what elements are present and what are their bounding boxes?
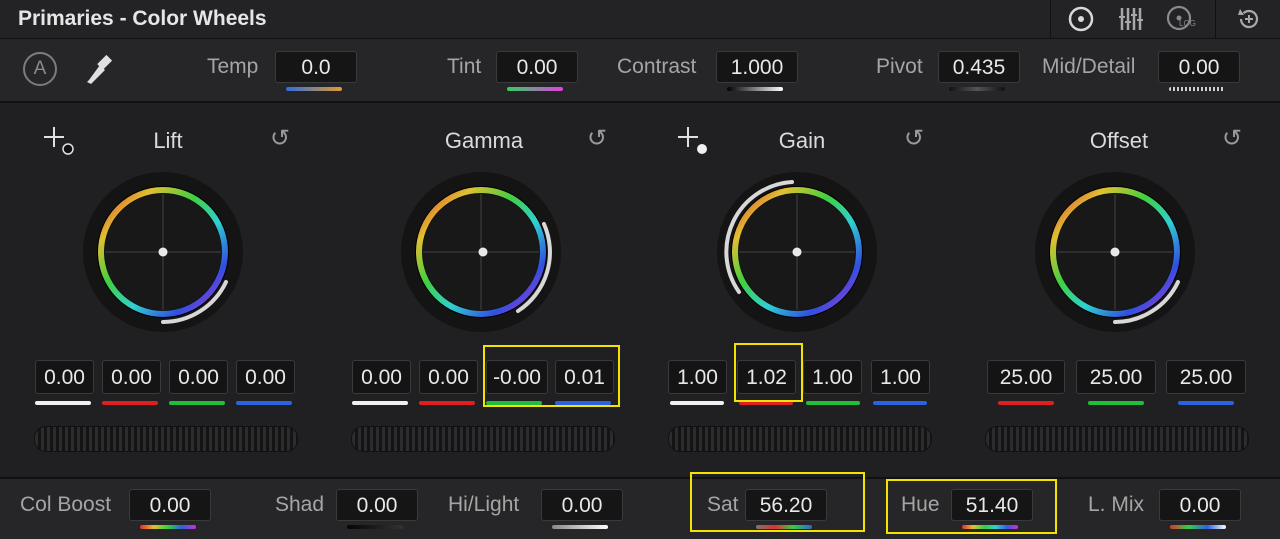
auto-balance-label: A xyxy=(33,58,47,79)
lift-g-indicator xyxy=(169,401,225,405)
gain-g-value[interactable]: 1.00 xyxy=(803,360,862,394)
contrast-slider[interactable] xyxy=(727,87,783,91)
shad-field[interactable]: 0.00 xyxy=(336,489,418,521)
pivot-slider[interactable] xyxy=(949,87,1005,91)
hi-light-slider[interactable] xyxy=(552,525,608,529)
gamma-y-indicator xyxy=(352,401,408,405)
gamma-title: Gamma xyxy=(444,128,524,153)
reset-all-icon[interactable] xyxy=(1234,4,1264,34)
offset-r-value[interactable]: 25.00 xyxy=(987,360,1065,394)
lift-g-value[interactable]: 0.00 xyxy=(169,360,228,394)
col-boost-slider[interactable] xyxy=(140,525,196,529)
lift-y-value[interactable]: 0.00 xyxy=(35,360,94,394)
tint-field[interactable]: 0.00 xyxy=(496,51,578,83)
gain-title: Gain xyxy=(778,128,826,153)
shad-slider[interactable] xyxy=(347,525,403,529)
pivot-field[interactable]: 0.435 xyxy=(938,51,1020,83)
offset-reset-icon[interactable]: ↺ xyxy=(1217,124,1247,153)
gain-wheel[interactable] xyxy=(714,169,880,335)
offset-wheel[interactable] xyxy=(1032,169,1198,335)
gamma-gb-highlight xyxy=(483,345,620,407)
panel-title-bar: Primaries - Color Wheels LOG xyxy=(0,0,1280,39)
wheels-mode-icon[interactable] xyxy=(1066,4,1096,34)
lift-title: Lift xyxy=(153,128,183,153)
log-mode-icon[interactable]: LOG xyxy=(1165,4,1196,34)
lift-picker-icon[interactable] xyxy=(42,125,74,155)
gain-picker-icon[interactable] xyxy=(676,125,707,155)
lift-b-indicator xyxy=(236,401,292,405)
l-mix-field[interactable]: 0.00 xyxy=(1159,489,1241,521)
shad-label: Shad xyxy=(275,493,325,516)
lift-wheel[interactable] xyxy=(80,169,246,335)
col-boost-label: Col Boost xyxy=(20,493,112,516)
offset-g-value[interactable]: 25.00 xyxy=(1076,360,1156,394)
temp-field[interactable]: 0.0 xyxy=(275,51,357,83)
gamma-reset-icon[interactable]: ↺ xyxy=(582,124,612,153)
lift-r-value[interactable]: 0.00 xyxy=(102,360,161,394)
gamma-r-value[interactable]: 0.00 xyxy=(419,360,478,394)
gain-master-jog-wheel[interactable] xyxy=(668,426,932,452)
divider xyxy=(1050,0,1051,38)
mid-detail-field[interactable]: 0.00 xyxy=(1158,51,1240,83)
offset-title: Offset xyxy=(1089,128,1149,153)
log-label: LOG xyxy=(1179,19,1196,28)
hi-light-field[interactable]: 0.00 xyxy=(541,489,623,521)
contrast-label: Contrast xyxy=(617,55,697,78)
gamma-master-jog-wheel[interactable] xyxy=(351,426,615,452)
mid-detail-slider[interactable] xyxy=(1169,87,1225,91)
mid-detail-label: Mid/Detail xyxy=(1042,55,1136,78)
eyedropper-icon[interactable] xyxy=(83,50,119,86)
sat-highlight xyxy=(690,472,865,532)
lift-r-indicator xyxy=(102,401,158,405)
gamma-wheel[interactable] xyxy=(398,169,564,335)
lift-reset-icon[interactable]: ↺ xyxy=(265,124,295,153)
tint-slider[interactable] xyxy=(507,87,563,91)
pivot-label: Pivot xyxy=(876,55,923,78)
l-mix-label: L. Mix xyxy=(1088,493,1145,516)
offset-master-jog-wheel[interactable] xyxy=(985,426,1249,452)
gain-g-indicator xyxy=(806,401,860,405)
panel-title: Primaries - Color Wheels xyxy=(18,7,267,30)
lift-b-value[interactable]: 0.00 xyxy=(236,360,295,394)
gain-y-value[interactable]: 1.00 xyxy=(668,360,727,394)
offset-r-indicator xyxy=(998,401,1054,405)
temp-label: Temp xyxy=(207,55,259,78)
contrast-field[interactable]: 1.000 xyxy=(716,51,798,83)
offset-b-indicator xyxy=(1178,401,1234,405)
gamma-y-value[interactable]: 0.00 xyxy=(352,360,411,394)
top-toolbar: A Temp 0.0 Tint 0.00 Contrast 1.000 Pivo… xyxy=(0,39,1280,103)
gain-b-value[interactable]: 1.00 xyxy=(871,360,930,394)
gain-r-highlight xyxy=(734,343,803,402)
tint-label: Tint xyxy=(447,55,482,78)
bars-mode-icon[interactable] xyxy=(1116,4,1146,34)
hue-highlight xyxy=(886,479,1057,534)
divider xyxy=(1215,0,1216,38)
offset-b-value[interactable]: 25.00 xyxy=(1166,360,1246,394)
gain-y-indicator xyxy=(670,401,724,405)
lift-y-indicator xyxy=(35,401,91,405)
hi-light-label: Hi/Light xyxy=(448,493,520,516)
lift-master-jog-wheel[interactable] xyxy=(34,426,298,452)
temp-slider[interactable] xyxy=(286,87,342,91)
auto-balance-button[interactable]: A xyxy=(23,52,57,86)
gain-b-indicator xyxy=(873,401,927,405)
gain-reset-icon[interactable]: ↺ xyxy=(899,124,929,153)
gamma-r-indicator xyxy=(419,401,475,405)
col-boost-field[interactable]: 0.00 xyxy=(129,489,211,521)
l-mix-slider[interactable] xyxy=(1170,525,1226,529)
offset-g-indicator xyxy=(1088,401,1144,405)
